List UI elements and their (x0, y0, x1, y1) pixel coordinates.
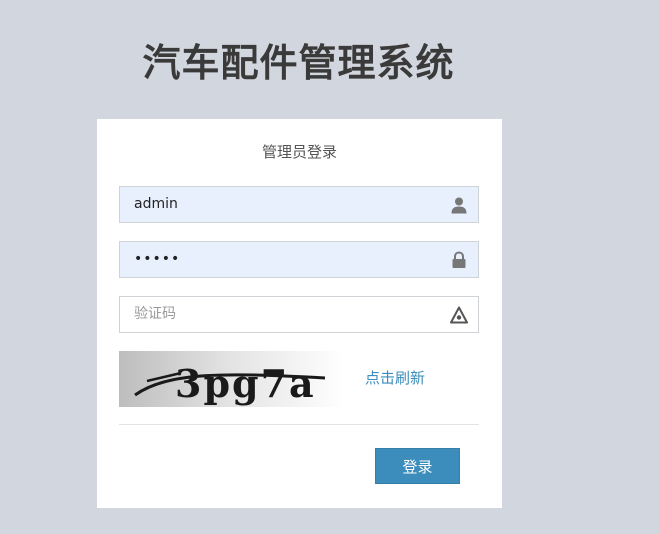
captcha-text: 3pg7a (175, 361, 316, 406)
divider (119, 424, 479, 425)
username-field[interactable]: admin (119, 186, 479, 223)
login-button[interactable]: 登录 (375, 448, 460, 484)
username-value: admin (134, 196, 178, 212)
captcha-image[interactable]: 3pg7a (119, 351, 345, 407)
page-title: 汽车配件管理系统 (142, 41, 455, 85)
warning-icon (450, 306, 468, 324)
captcha-placeholder: 验证码 (134, 306, 176, 322)
refresh-captcha-link[interactable]: 点击刷新 (365, 367, 425, 388)
login-box: 管理员登录 admin ••••• 验证码 3pg7a 点击刷新 登录 (97, 119, 502, 508)
lock-icon (450, 251, 468, 269)
login-heading: 管理员登录 (261, 143, 337, 161)
password-field[interactable]: ••••• (119, 241, 479, 278)
captcha-input[interactable]: 验证码 (119, 296, 479, 333)
user-icon (450, 196, 468, 214)
password-value: ••••• (134, 251, 181, 267)
